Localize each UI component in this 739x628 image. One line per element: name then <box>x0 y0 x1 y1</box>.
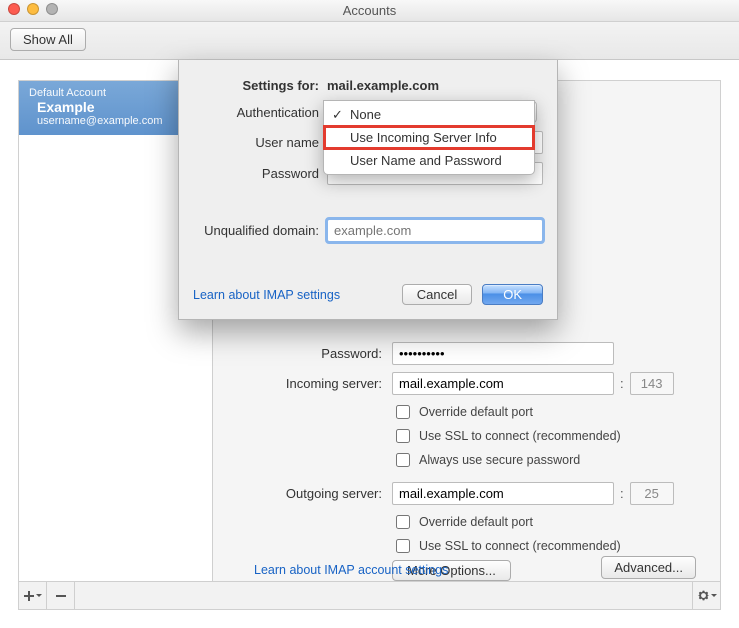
outgoing-ssl-checkbox[interactable] <box>396 539 410 553</box>
incoming-port-field[interactable] <box>630 372 674 395</box>
authentication-label: Authentication <box>193 105 319 120</box>
incoming-ssl-checkbox[interactable] <box>396 429 410 443</box>
dropdown-item-label: None <box>350 107 381 122</box>
sheet-password-label: Password <box>193 166 319 181</box>
incoming-server-field[interactable] <box>392 372 614 395</box>
incoming-server-label: Incoming server: <box>238 376 382 391</box>
outgoing-settings-sheet: Settings for: mail.example.com Authentic… <box>178 60 558 320</box>
titlebar: Accounts <box>0 0 739 22</box>
learn-imap-link[interactable]: Learn about IMAP settings <box>193 288 340 302</box>
dropdown-item-use-incoming[interactable]: Use Incoming Server Info <box>324 126 534 149</box>
outgoing-server-field[interactable] <box>392 482 614 505</box>
check-icon: ✓ <box>332 107 343 123</box>
incoming-override-port-label: Override default port <box>419 405 533 419</box>
outgoing-ssl-label: Use SSL to connect (recommended) <box>419 539 621 553</box>
toolbar: Show All <box>0 22 739 60</box>
port-separator: : <box>620 376 624 391</box>
add-account-button[interactable] <box>19 582 47 609</box>
ok-button[interactable]: OK <box>482 284 543 305</box>
cancel-button[interactable]: Cancel <box>402 284 472 305</box>
window-title: Accounts <box>343 3 396 18</box>
zoom-button[interactable] <box>46 3 58 15</box>
dropdown-item-none[interactable]: ✓ None <box>324 103 534 126</box>
unqualified-domain-label: Unqualified domain: <box>193 223 319 238</box>
outgoing-server-label: Outgoing server: <box>238 486 382 501</box>
outgoing-port-field[interactable] <box>630 482 674 505</box>
sheet-username-label: User name <box>193 135 319 150</box>
dropdown-item-label: User Name and Password <box>350 153 502 168</box>
port-separator: : <box>620 486 624 501</box>
dropdown-item-user-pass[interactable]: User Name and Password <box>324 149 534 172</box>
incoming-ssl-label: Use SSL to connect (recommended) <box>419 429 621 443</box>
outgoing-override-port-checkbox[interactable] <box>396 515 410 529</box>
show-all-button[interactable]: Show All <box>10 28 86 51</box>
password-field[interactable] <box>392 342 614 365</box>
incoming-override-port-checkbox[interactable] <box>396 405 410 419</box>
dropdown-item-label: Use Incoming Server Info <box>350 130 497 145</box>
close-button[interactable] <box>8 3 20 15</box>
outgoing-override-port-label: Override default port <box>419 515 533 529</box>
learn-imap-accounts-link[interactable]: Learn about IMAP account settings <box>254 563 448 577</box>
password-label: Password: <box>238 346 382 361</box>
default-account-label: Default Account <box>29 87 202 99</box>
unqualified-domain-field[interactable] <box>327 219 543 242</box>
settings-for-label: Settings for: <box>193 78 319 93</box>
advanced-button[interactable]: Advanced... <box>601 556 696 579</box>
account-name: Example <box>29 99 202 115</box>
settings-for-value: mail.example.com <box>327 78 439 93</box>
minus-icon <box>55 590 67 602</box>
remove-account-button[interactable] <box>47 582 75 609</box>
incoming-secure-pw-label: Always use secure password <box>419 453 580 467</box>
authentication-dropdown: ✓ None Use Incoming Server Info User Nam… <box>323 100 535 175</box>
account-email: username@example.com <box>29 115 202 127</box>
traffic-lights <box>8 3 58 15</box>
incoming-secure-pw-checkbox[interactable] <box>396 453 410 467</box>
minimize-button[interactable] <box>27 3 39 15</box>
chevron-down-icon <box>36 593 42 599</box>
plus-dropdown-icon <box>23 590 35 602</box>
